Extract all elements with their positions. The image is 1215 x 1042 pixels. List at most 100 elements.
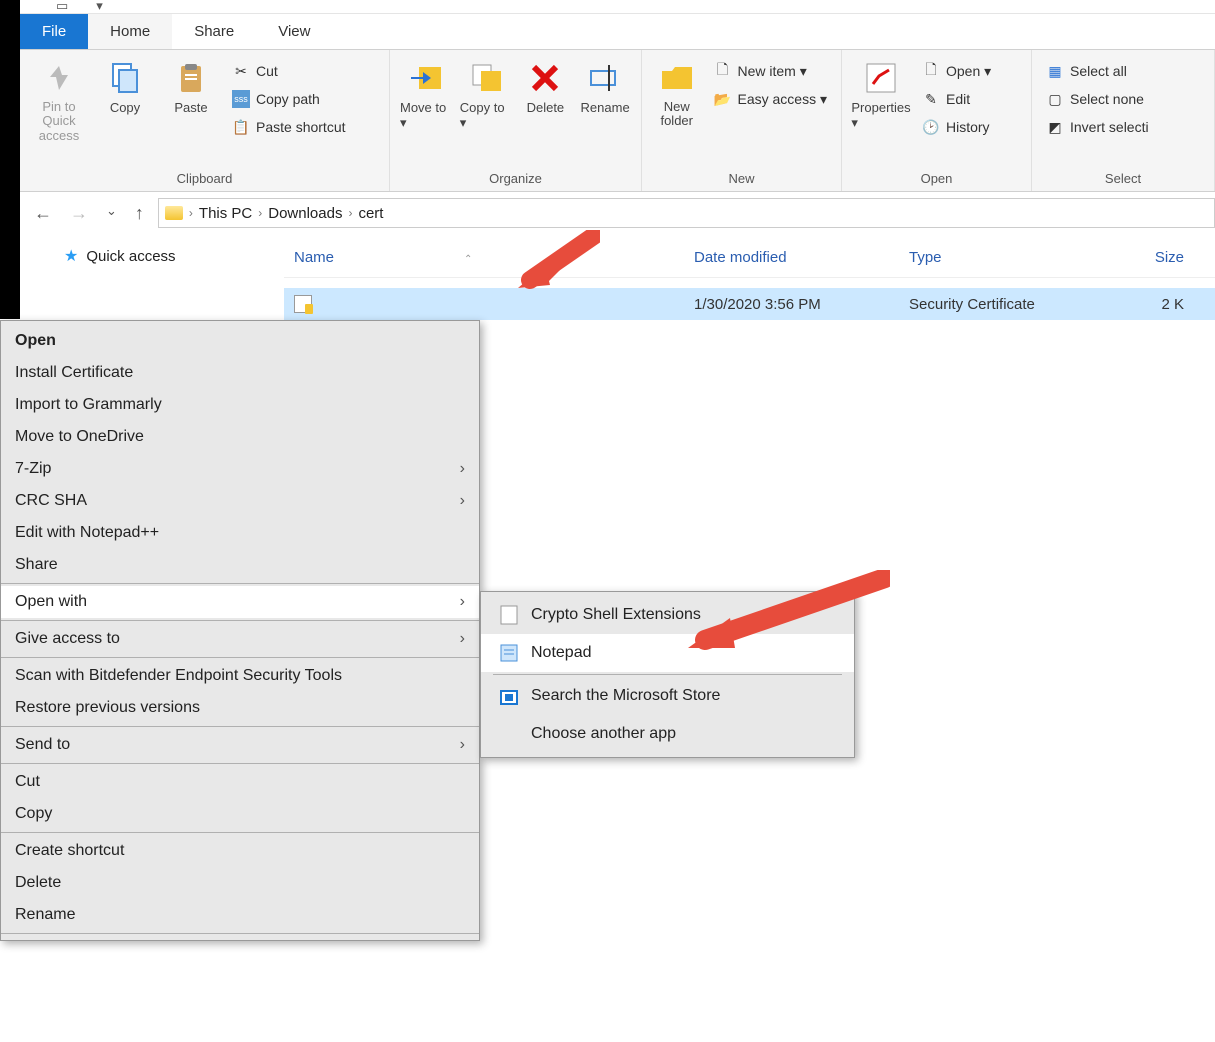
ctx-copy[interactable]: Copy (1, 798, 479, 830)
nav-back-button[interactable]: ← (34, 203, 52, 224)
select-none-label: Select none (1070, 91, 1144, 107)
history-label: History (946, 119, 990, 135)
certificate-icon (294, 295, 312, 313)
ctx-delete[interactable]: Delete (1, 867, 479, 899)
ctx-install-certificate[interactable]: Install Certificate (1, 357, 479, 389)
column-header-date[interactable]: Date modified (684, 249, 899, 266)
rename-icon (587, 60, 623, 96)
invert-selection-button[interactable]: ◩Invert selecti (1042, 116, 1153, 138)
ctx-restore-previous[interactable]: Restore previous versions (1, 692, 479, 724)
cut-label: Cut (256, 63, 278, 79)
breadcrumb-downloads[interactable]: Downloads (268, 205, 342, 222)
copy-to-button[interactable]: Copy to ▾ (460, 54, 512, 131)
ctx-scan-bitdefender[interactable]: Scan with Bitdefender Endpoint Security … (1, 660, 479, 692)
paste-button[interactable]: Paste (162, 54, 220, 115)
breadcrumb-this-pc[interactable]: This PC (199, 205, 252, 222)
select-all-label: Select all (1070, 63, 1127, 79)
column-header-type[interactable]: Type (899, 249, 1084, 266)
group-clipboard-label: Clipboard (30, 168, 379, 191)
column-header-name[interactable]: Name⌃ (284, 249, 684, 266)
ctx-send-to[interactable]: Send to› (1, 729, 479, 761)
new-folder-label: New folder (652, 100, 701, 129)
paste-shortcut-button[interactable]: 📋Paste shortcut (228, 116, 350, 138)
nav-recent-button[interactable]: ⌄ (106, 203, 117, 224)
nav-quick-access[interactable]: ★ Quick access (20, 240, 280, 272)
ctx-give-access[interactable]: Give access to› (1, 623, 479, 655)
ctx-separator (1, 933, 479, 934)
properties-button[interactable]: Properties▾ (852, 54, 910, 131)
nav-up-button[interactable]: ↑ (135, 203, 144, 224)
pin-to-quick-access-button[interactable]: Pin to Quick access (30, 54, 88, 143)
invert-icon: ◩ (1046, 118, 1064, 136)
ctx-open-with[interactable]: Open with› (1, 586, 479, 618)
chevron-right-icon: › (258, 206, 262, 220)
sub-crypto-shell[interactable]: Crypto Shell Extensions (481, 596, 854, 634)
edit-button[interactable]: ✎Edit (918, 88, 995, 110)
ribbon-tabs: File Home Share View (20, 14, 1215, 50)
qat-icon-1[interactable]: ▭ (56, 0, 68, 14)
breadcrumb-cert[interactable]: cert (358, 205, 383, 222)
column-headers: Name⌃ Date modified Type Size (284, 238, 1215, 278)
ctx-move-onedrive[interactable]: Move to OneDrive (1, 421, 479, 453)
select-all-button[interactable]: ▦Select all (1042, 60, 1153, 82)
history-icon: 🕑 (922, 118, 940, 136)
ctx-share[interactable]: Share (1, 549, 479, 581)
rename-button[interactable]: Rename (579, 54, 631, 115)
move-to-button[interactable]: Move to ▾ (400, 54, 452, 131)
new-item-button[interactable]: 🗋New item ▾ (709, 60, 831, 82)
sub-choose-another[interactable]: Choose another app (481, 715, 854, 753)
copy-path-label: Copy path (256, 91, 320, 107)
delete-x-icon (527, 60, 563, 96)
group-new-label: New (652, 168, 831, 191)
tab-view[interactable]: View (256, 14, 332, 49)
ctx-rename[interactable]: Rename (1, 899, 479, 931)
context-menu: Open Install Certificate Import to Gramm… (0, 320, 480, 941)
select-none-button[interactable]: ▢Select none (1042, 88, 1153, 110)
ctx-cut[interactable]: Cut (1, 766, 479, 798)
ctx-separator (1, 583, 479, 584)
ctx-separator (1, 657, 479, 658)
address-bar[interactable]: › This PC › Downloads › cert (158, 198, 1215, 228)
new-folder-icon (659, 60, 695, 96)
ctx-separator (1, 620, 479, 621)
chevron-right-icon: › (460, 460, 465, 478)
group-organize-label: Organize (400, 168, 631, 191)
copy-to-label: Copy to ▾ (460, 100, 512, 131)
delete-button[interactable]: Delete (520, 54, 572, 115)
qat-icon-2[interactable]: ▾ (96, 0, 103, 14)
ctx-open[interactable]: Open (1, 325, 479, 357)
move-to-label: Move to ▾ (400, 100, 452, 131)
sub-notepad[interactable]: Notepad (481, 634, 854, 672)
edit-label: Edit (946, 91, 970, 107)
sub-store-label: Search the Microsoft Store (531, 687, 720, 705)
properties-label: Properties▾ (851, 100, 910, 131)
tab-file[interactable]: File (20, 14, 88, 49)
file-date: 1/30/2020 3:56 PM (684, 296, 899, 313)
sub-search-store[interactable]: Search the Microsoft Store (481, 677, 854, 715)
new-item-label: New item ▾ (737, 63, 806, 80)
column-header-size[interactable]: Size (1084, 249, 1194, 266)
cut-button[interactable]: ✂Cut (228, 60, 350, 82)
new-folder-button[interactable]: New folder (652, 54, 701, 129)
copy-button[interactable]: Copy (96, 54, 154, 115)
sub-choose-label: Choose another app (531, 725, 676, 743)
open-button[interactable]: 🗋Open ▾ (918, 60, 995, 82)
properties-icon (863, 60, 899, 96)
ctx-7zip[interactable]: 7-Zip› (1, 453, 479, 485)
copy-path-button[interactable]: sssCopy path (228, 88, 350, 110)
sub-crypto-label: Crypto Shell Extensions (531, 606, 701, 624)
ribbon: Pin to Quick access Copy Paste ✂Cut sssC… (20, 50, 1215, 192)
ctx-import-grammarly[interactable]: Import to Grammarly (1, 389, 479, 421)
ctx-crc-sha[interactable]: CRC SHA› (1, 485, 479, 517)
tab-share[interactable]: Share (172, 14, 256, 49)
copy-label: Copy (110, 100, 140, 115)
easy-access-button[interactable]: 📂Easy access ▾ (709, 88, 831, 110)
ctx-create-shortcut[interactable]: Create shortcut (1, 835, 479, 867)
tab-home[interactable]: Home (88, 14, 172, 49)
ctx-edit-notepadpp[interactable]: Edit with Notepad++ (1, 517, 479, 549)
delete-label: Delete (527, 100, 565, 115)
nav-forward-button[interactable]: → (70, 203, 88, 224)
easy-access-label: Easy access ▾ (737, 91, 827, 108)
file-row-selected[interactable]: 1/30/2020 3:56 PM Security Certificate 2… (284, 288, 1215, 320)
history-button[interactable]: 🕑 History (918, 116, 995, 138)
